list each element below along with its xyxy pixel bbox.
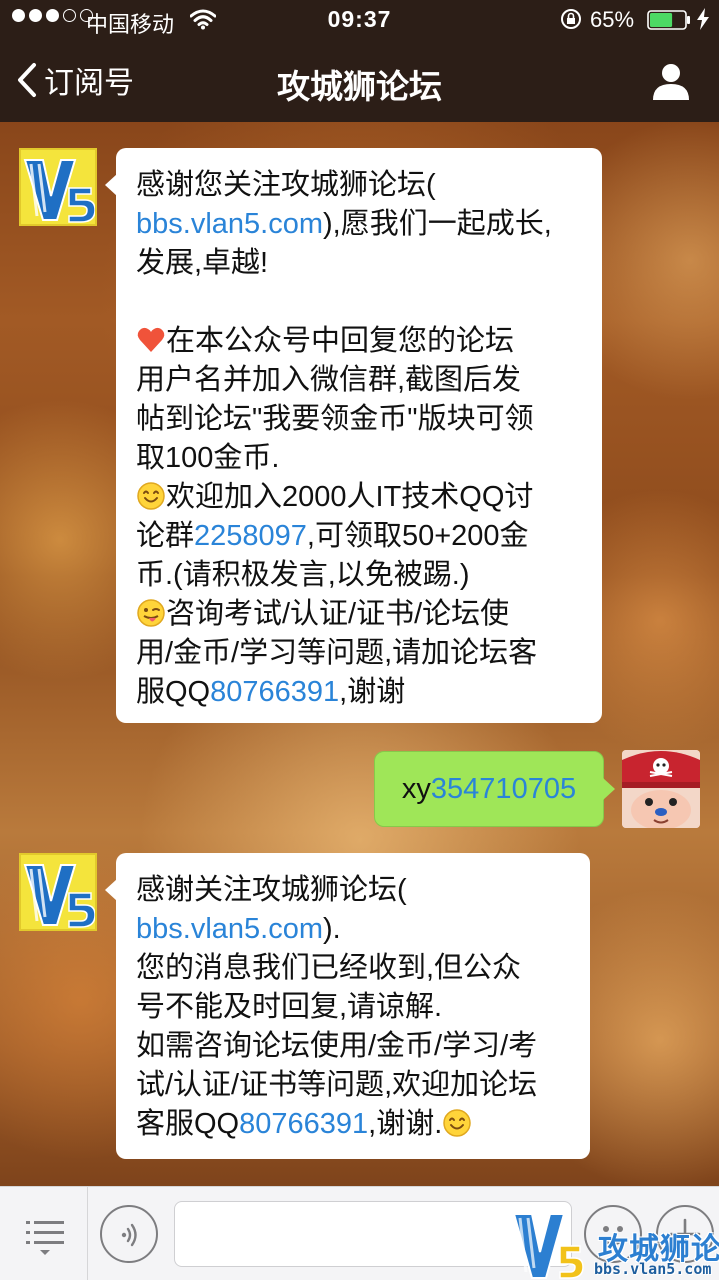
rotation-lock-icon bbox=[561, 9, 581, 29]
status-bar: 中国移动 09:37 65% bbox=[0, 0, 719, 40]
smile-emoji-icon bbox=[137, 482, 165, 510]
message-text: 欢迎加入2000人IT技术QQ讨 bbox=[136, 478, 582, 517]
message-text: 您的消息我们已经收到,但公众 bbox=[136, 952, 522, 984]
v5-logo-icon bbox=[21, 150, 95, 224]
message-text: 用户名并加入微信群,截图后发 bbox=[136, 364, 522, 396]
battery-percent: 65% bbox=[590, 7, 635, 32]
qq-link[interactable]: 80766391 bbox=[239, 1108, 368, 1140]
menu-list-icon bbox=[26, 1221, 64, 1255]
watermark-url: bbs.vlan5.com bbox=[594, 1260, 712, 1278]
message-text: 论群2258097,可领取50+200金 bbox=[136, 517, 582, 556]
message-text: ). bbox=[323, 913, 341, 945]
message-text: 试/认证/证书等问题,欢迎加论坛 bbox=[136, 1069, 538, 1101]
phone-number-link[interactable]: 354710705 bbox=[431, 773, 576, 806]
battery-fill bbox=[650, 13, 673, 27]
person-icon[interactable] bbox=[650, 60, 692, 102]
message-text: 咨询考试/认证/证书/论坛使 bbox=[166, 598, 510, 630]
message-text: 感谢您关注攻城狮论坛( bbox=[136, 169, 436, 201]
official-account-avatar[interactable] bbox=[19, 148, 97, 226]
menu-toggle-button[interactable] bbox=[0, 1187, 88, 1280]
my-message-bubble[interactable]: xy 354710705 bbox=[374, 751, 615, 827]
message-text: 帖到论坛"我要领金币"版块可领 bbox=[136, 403, 534, 435]
voice-button[interactable] bbox=[100, 1205, 158, 1263]
v5-logo-icon bbox=[21, 855, 95, 929]
v5-watermark-logo-icon bbox=[512, 1213, 584, 1279]
message-text: 欢迎加入2000人IT技术QQ讨 bbox=[166, 481, 534, 513]
charging-icon bbox=[697, 8, 709, 30]
voice-icon bbox=[121, 1223, 137, 1247]
message-bubble-auto-reply[interactable]: 感谢关注攻城狮论坛( bbs.vlan5.com). 您的消息我们已经收到,但公… bbox=[105, 853, 590, 1159]
message-text: 感谢关注攻城狮论坛( bbox=[136, 874, 407, 906]
bubble-tail bbox=[105, 879, 117, 901]
message-text: 客服QQ bbox=[136, 1108, 240, 1140]
message-text: 客服QQ80766391,谢谢. bbox=[136, 1105, 570, 1144]
message-bubble-welcome[interactable]: 感谢您关注攻城狮论坛( bbs.vlan5.com),愿我们一起成长, 发展,卓… bbox=[105, 148, 602, 723]
wink-tongue-emoji-icon bbox=[137, 599, 165, 627]
message-text: 号不能及时回复,请谅解. bbox=[136, 991, 443, 1023]
page-title: 攻城狮论坛 bbox=[277, 68, 442, 105]
message-text: 发展,卓越! bbox=[136, 247, 269, 279]
message-text: xy bbox=[401, 772, 431, 805]
qq-group-link[interactable]: 2258097 bbox=[194, 520, 307, 552]
message-text: 币.(请积极发言,以免被踢.) bbox=[136, 559, 470, 591]
battery-icon bbox=[647, 10, 690, 30]
message-text: 用/金币/学习等问题,请加论坛客 bbox=[136, 637, 538, 669]
nav-bar: 订阅号 攻城狮论坛 bbox=[0, 40, 719, 122]
bubble-tail bbox=[105, 174, 117, 196]
watermark: 攻城狮论坛 bbs.vlan5.com bbox=[512, 1212, 719, 1280]
message-text: ,谢谢. bbox=[368, 1108, 443, 1140]
message-text: 取100金币. bbox=[136, 442, 280, 474]
forum-link[interactable]: bbs.vlan5.com bbox=[136, 208, 323, 240]
qq-link[interactable]: 80766391 bbox=[210, 676, 339, 708]
forum-link[interactable]: bbs.vlan5.com bbox=[136, 913, 323, 945]
heart-icon bbox=[137, 327, 165, 352]
message-text: ,谢谢 bbox=[339, 676, 406, 708]
smile-emoji-icon bbox=[443, 1109, 472, 1137]
official-account-avatar[interactable] bbox=[19, 853, 97, 931]
message-text: 论群 bbox=[136, 520, 195, 552]
message-text: bbs.vlan5.com). bbox=[136, 910, 570, 949]
chopper-avatar-icon bbox=[622, 750, 700, 828]
message-text: 在本公众号中回复您的论坛 bbox=[166, 325, 515, 357]
message-text: bbs.vlan5.com),愿我们一起成长, bbox=[136, 205, 582, 244]
message-text: 如需咨询论坛使用/金币/学习/考 bbox=[136, 1030, 538, 1062]
message-text: ),愿我们一起成长, bbox=[323, 208, 552, 240]
message-text: 咨询考试/认证/证书/论坛使 bbox=[136, 595, 582, 634]
message-text: 服QQ bbox=[136, 676, 211, 708]
my-avatar[interactable] bbox=[622, 750, 700, 828]
bubble-tail bbox=[603, 778, 615, 800]
message-text: 服QQ80766391,谢谢 bbox=[136, 673, 582, 712]
message-text: ,可领取50+200金 bbox=[306, 520, 529, 552]
message-text: 在本公众号中回复您的论坛 bbox=[136, 322, 582, 361]
